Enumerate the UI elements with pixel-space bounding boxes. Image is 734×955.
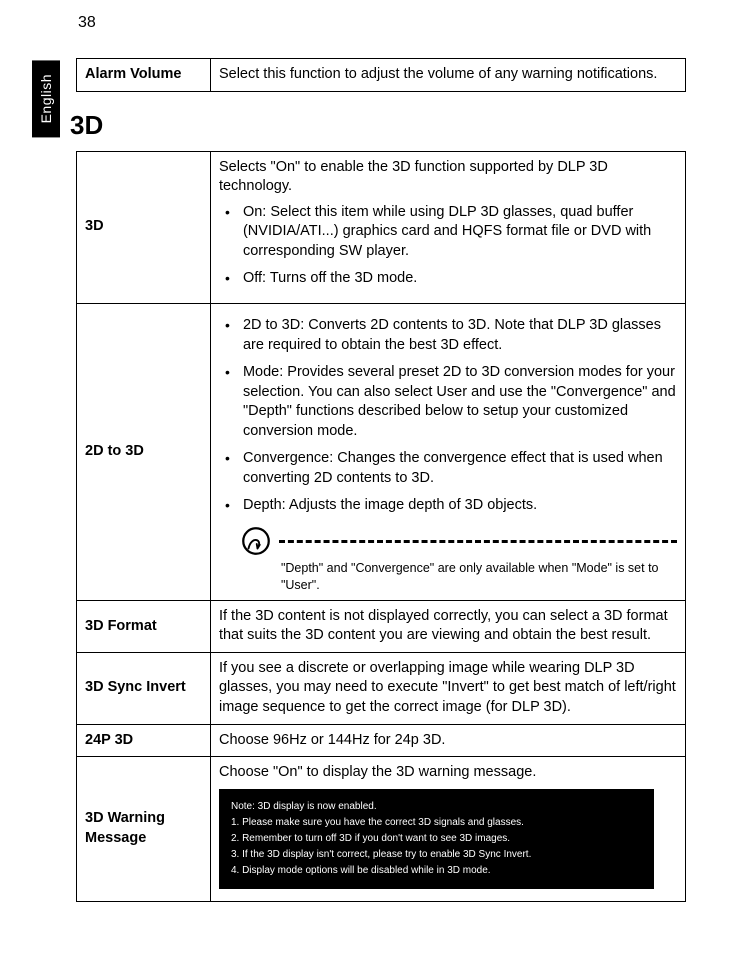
alarm-volume-table: Alarm Volume Select this function to adj… <box>76 58 686 92</box>
row-label: Alarm Volume <box>77 59 211 92</box>
row-desc: Selects "On" to enable the 3D function s… <box>210 151 685 303</box>
content-area: Alarm Volume Select this function to adj… <box>76 58 686 902</box>
warning-line: 2. Remember to turn off 3D if you don't … <box>231 831 642 846</box>
warning-message-box: Note: 3D display is now enabled. 1. Plea… <box>219 789 654 889</box>
note-text: "Depth" and "Convergence" are only avail… <box>281 560 677 594</box>
bullet-list: On: Select this item while using DLP 3D … <box>219 203 677 289</box>
list-item: 2D to 3D: Converts 2D contents to 3D. No… <box>219 316 677 355</box>
row-desc: If the 3D content is not displayed corre… <box>210 600 685 652</box>
dashed-divider <box>279 540 677 543</box>
list-item: Mode: Provides several preset 2D to 3D c… <box>219 363 677 441</box>
row-desc: If you see a discrete or overlapping ima… <box>210 652 685 724</box>
warning-line: Note: 3D display is now enabled. <box>231 799 642 814</box>
row-label: 3D Warning Message <box>77 757 211 902</box>
row-label: 24P 3D <box>77 724 211 757</box>
list-item: Depth: Adjusts the image depth of 3D obj… <box>219 496 677 516</box>
list-item: Convergence: Changes the convergence eff… <box>219 449 677 488</box>
table-row: 2D to 3D 2D to 3D: Converts 2D contents … <box>77 303 686 600</box>
table-row: 3D Selects "On" to enable the 3D functio… <box>77 151 686 303</box>
table-row: Alarm Volume Select this function to adj… <box>77 59 686 92</box>
row-label: 3D Format <box>77 600 211 652</box>
row-label: 3D Sync Invert <box>77 652 211 724</box>
row-label: 3D <box>77 151 211 303</box>
3d-settings-table: 3D Selects "On" to enable the 3D functio… <box>76 151 686 902</box>
warning-line: 4. Display mode options will be disabled… <box>231 863 642 878</box>
page: 38 English Alarm Volume Select this func… <box>0 0 734 950</box>
page-number: 38 <box>78 14 96 32</box>
row-label: 2D to 3D <box>77 303 211 600</box>
table-row: 3D Sync Invert If you see a discrete or … <box>77 652 686 724</box>
table-row: 3D Format If the 3D content is not displ… <box>77 600 686 652</box>
list-item: Off: Turns off the 3D mode. <box>219 269 677 289</box>
warning-line: 3. If the 3D display isn't correct, plea… <box>231 847 642 862</box>
row-desc: Choose 96Hz or 144Hz for 24p 3D. <box>210 724 685 757</box>
row-intro: Choose "On" to display the 3D warning me… <box>219 763 677 783</box>
list-item: On: Select this item while using DLP 3D … <box>219 203 677 262</box>
row-desc: Select this function to adjust the volum… <box>210 59 685 92</box>
language-tab: English <box>32 60 60 137</box>
warning-line: 1. Please make sure you have the correct… <box>231 815 642 830</box>
note-block: "Depth" and "Convergence" are only avail… <box>241 526 677 594</box>
table-row: 3D Warning Message Choose "On" to displa… <box>77 757 686 902</box>
row-desc: Choose "On" to display the 3D warning me… <box>210 757 685 902</box>
row-desc: 2D to 3D: Converts 2D contents to 3D. No… <box>210 303 685 600</box>
section-heading-3d: 3D <box>70 110 686 141</box>
bullet-list: 2D to 3D: Converts 2D contents to 3D. No… <box>219 316 677 516</box>
note-icon <box>241 526 271 556</box>
row-intro: Selects "On" to enable the 3D function s… <box>219 158 677 197</box>
table-row: 24P 3D Choose 96Hz or 144Hz for 24p 3D. <box>77 724 686 757</box>
note-row <box>241 526 677 556</box>
